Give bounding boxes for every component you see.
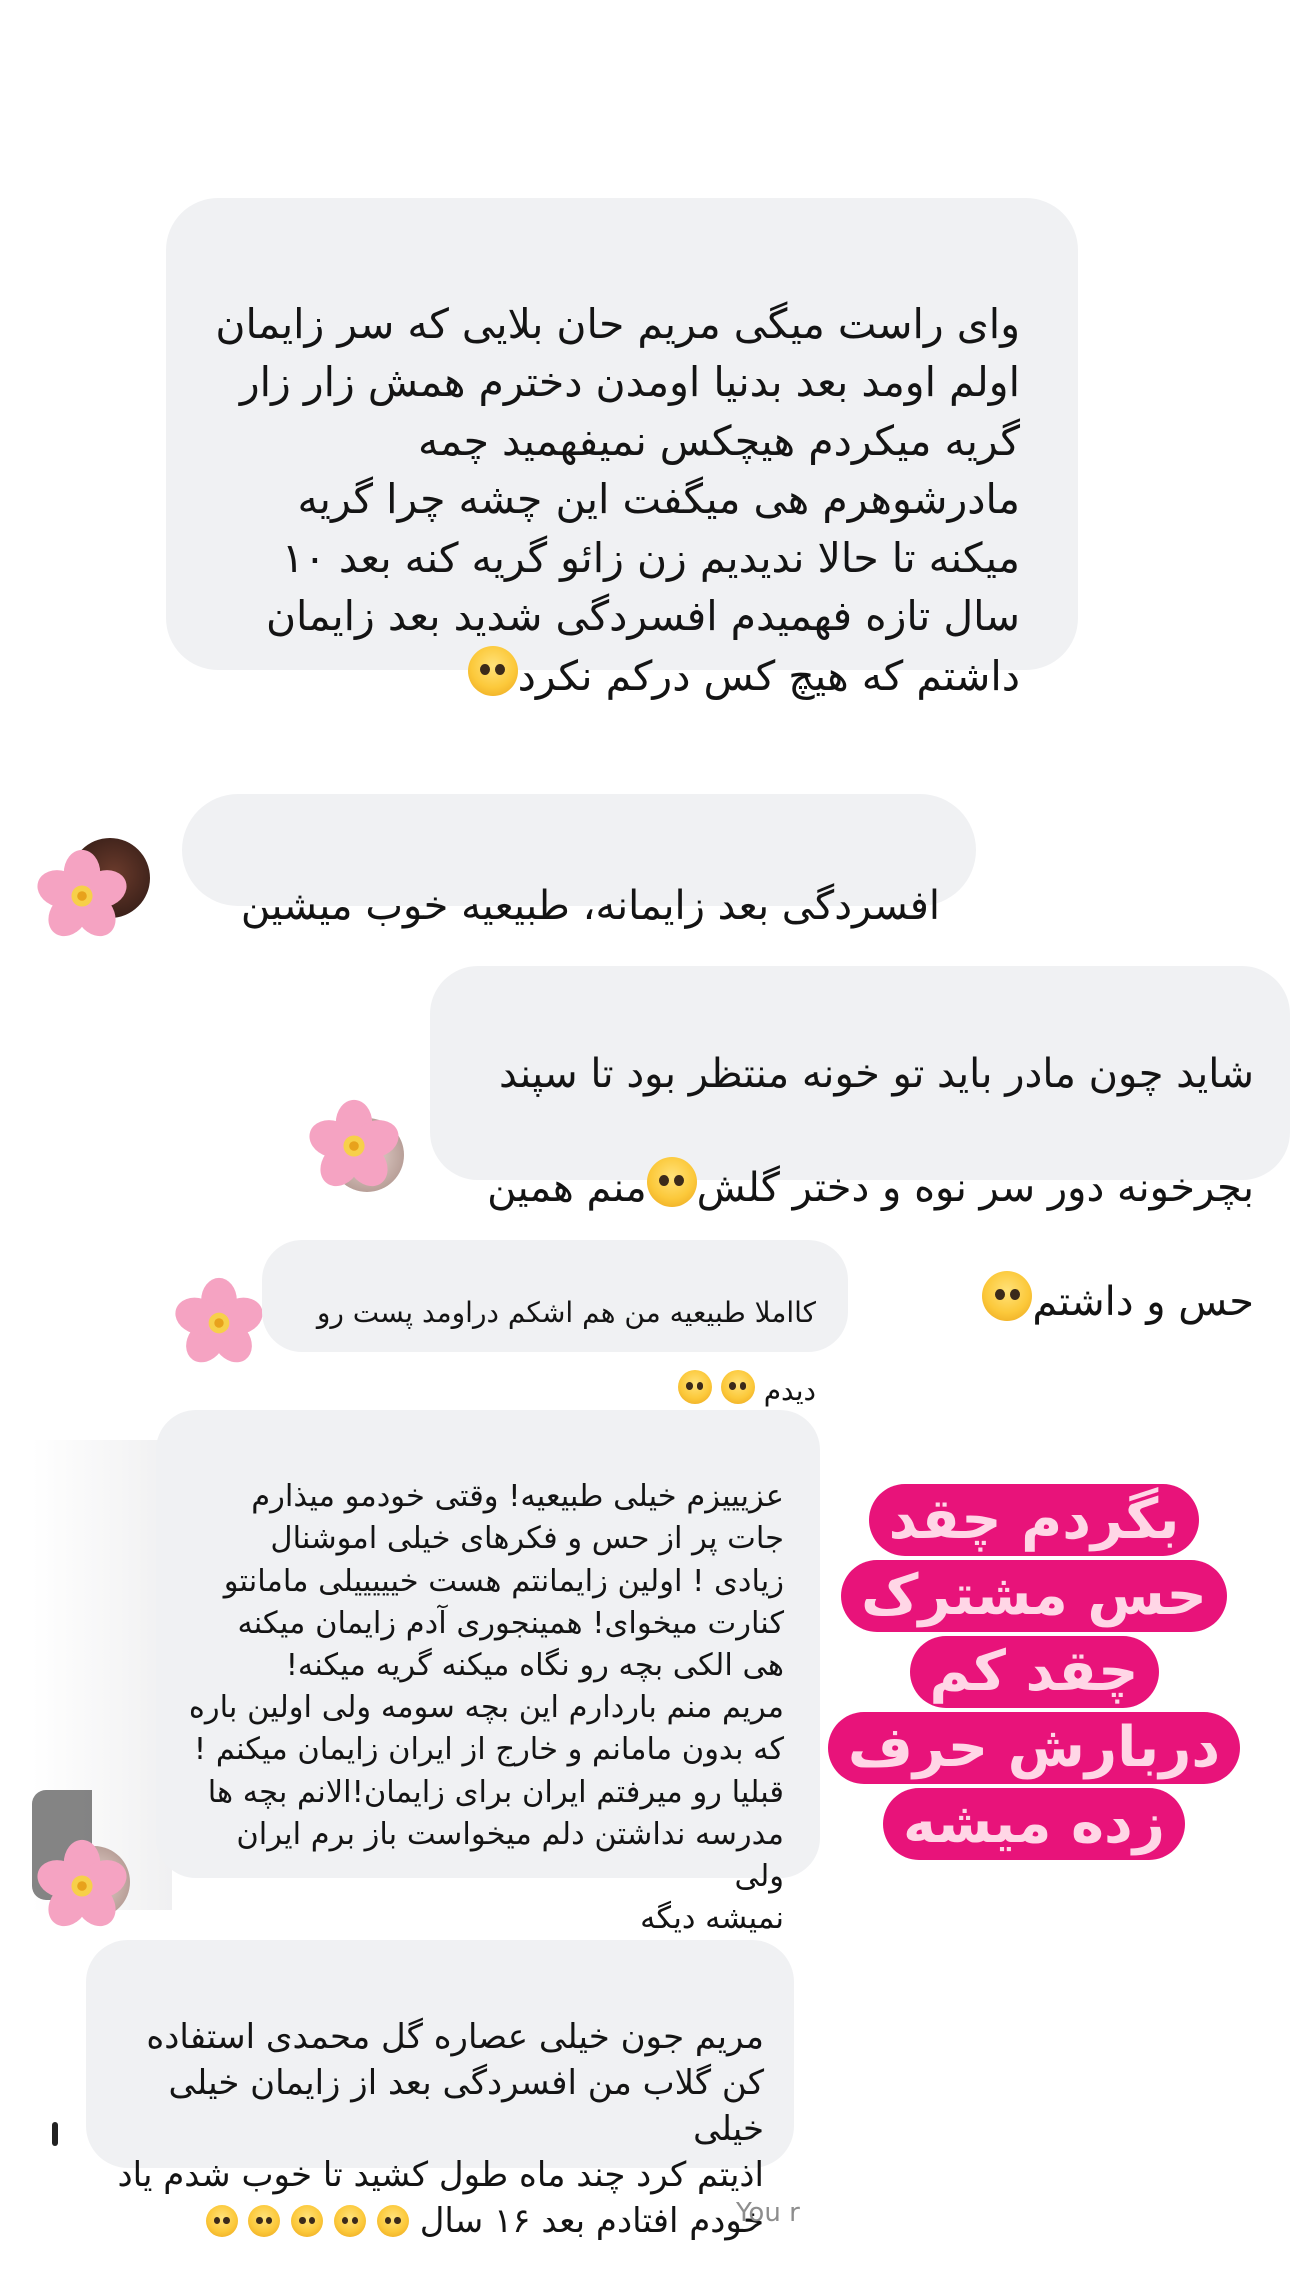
message-text: مریم جون خیلی عصاره گل محمدی استفاده کن … xyxy=(117,2017,764,2195)
message-text: افسردگی بعد زایمانه، طبیعیه خوب میشین xyxy=(240,883,940,929)
loudly-crying-face-emoji-icon xyxy=(376,2205,409,2237)
sticker-line: بگردم چقد xyxy=(868,1484,1200,1556)
loudly-crying-face-emoji-icon xyxy=(248,2205,281,2237)
loudly-crying-face-emoji-icon xyxy=(291,2205,324,2237)
message-bubble-3[interactable]: شاید چون مادر باید تو خونه منتظر بود تا … xyxy=(430,966,1290,1325)
message-line: دیدم xyxy=(286,1370,816,1410)
message-bubble-6[interactable]: مریم جون خیلی عصاره گل محمدی استفاده کن … xyxy=(86,1940,794,2241)
flower-icon xyxy=(37,1839,127,1927)
sticker-line: دربارش حرف xyxy=(827,1712,1241,1784)
message-text: عزیییزم خیلی طبیعیه! وقتی خودمو میذارم ج… xyxy=(188,1479,784,1937)
message-bubble-4[interactable]: کااملا طبیعیه من هم اشکم دراومد پست رو د… xyxy=(262,1240,848,1407)
pleading-face-emoji-icon xyxy=(677,1370,712,1404)
pensive-face-emoji-icon xyxy=(467,645,518,696)
sticker-line: زده میشه xyxy=(883,1788,1186,1860)
message-line: کااملا طبیعیه من هم اشکم دراومد پست رو xyxy=(316,1296,816,1329)
message-bubble-1[interactable]: وای راست میگی مریم حان بلایی که سر زایما… xyxy=(166,198,1078,700)
message-line: خودم افتادم بعد ۱۶ سال xyxy=(112,2198,764,2244)
message-line: شاید چون مادر باید تو خونه منتظر بود تا … xyxy=(498,1051,1254,1097)
message-bubble-2[interactable]: افسردگی بعد زایمانه، طبیعیه خوب میشین xyxy=(182,794,976,929)
text-sticker: بگردم چقد حس مشترک چقد کم دربارش حرف زده… xyxy=(824,1484,1244,1874)
pleading-face-emoji-icon xyxy=(720,1370,755,1404)
scroll-indicator xyxy=(52,2122,58,2146)
flower-icon xyxy=(309,1099,399,1187)
message-line: بچرخونه دور سر نوه و دختر گلشمنم همین xyxy=(460,1157,1254,1216)
pleading-face-emoji-icon xyxy=(982,1271,1033,1321)
flower-icon xyxy=(175,1277,263,1363)
sticker-line: حس مشترک xyxy=(841,1560,1227,1632)
pleading-face-emoji-icon xyxy=(646,1157,697,1207)
sticker-line: چقد کم xyxy=(909,1636,1159,1708)
reply-label: You r xyxy=(736,2198,800,2228)
loudly-crying-face-emoji-icon xyxy=(334,2205,367,2237)
loudly-crying-face-emoji-icon xyxy=(205,2205,238,2237)
flower-icon xyxy=(37,849,127,937)
message-text: وای راست میگی مریم حان بلایی که سر زایما… xyxy=(215,299,1020,700)
message-bubble-5[interactable]: عزیییزم خیلی طبیعیه! وقتی خودمو میذارم ج… xyxy=(156,1410,820,1936)
